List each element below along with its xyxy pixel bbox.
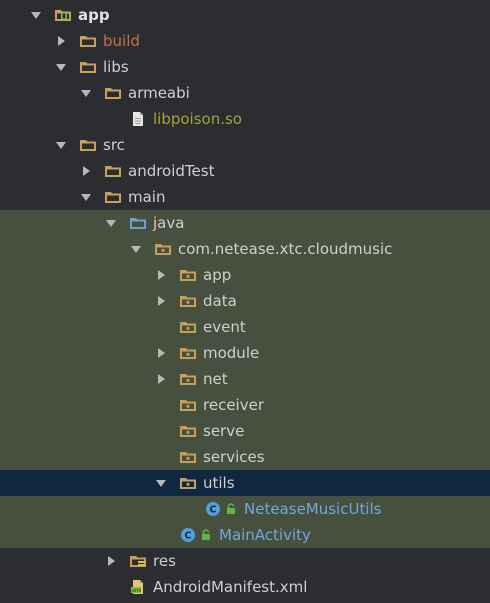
tree-node-armeabi[interactable]: armeabi xyxy=(0,80,490,106)
tree-label-netease-music-utils: NeteaseMusicUtils xyxy=(244,500,382,518)
folder-icon xyxy=(104,85,122,101)
tree-label-pkg-app: app xyxy=(203,266,232,284)
tree-label-pkg-utils: utils xyxy=(203,474,235,492)
tree-label-pkg-event: event xyxy=(203,318,246,336)
tree-node-main[interactable]: main xyxy=(0,184,490,210)
tree-label-pkg-module: module xyxy=(203,344,260,362)
tree-node-app[interactable]: app xyxy=(0,2,490,28)
chevron-down-icon[interactable] xyxy=(105,217,117,229)
tree-label-package: com.netease.xtc.cloudmusic xyxy=(178,240,393,258)
folder-icon xyxy=(79,33,97,49)
chevron-down-icon[interactable] xyxy=(130,243,142,255)
package-icon xyxy=(179,371,197,387)
package-icon xyxy=(179,267,197,283)
chevron-right-icon[interactable] xyxy=(55,35,67,47)
package-icon xyxy=(179,475,197,491)
tree-node-build[interactable]: build xyxy=(0,28,490,54)
chevron-down-icon[interactable] xyxy=(55,139,67,151)
tree-node-manifest[interactable]: AndroidManifest.xml xyxy=(0,574,490,600)
project-tree: app build libs armeabi libpoison.so src … xyxy=(0,0,490,603)
tree-node-pkg-data[interactable]: data xyxy=(0,288,490,314)
chevron-right-icon[interactable] xyxy=(155,347,167,359)
tree-node-pkg-services[interactable]: services xyxy=(0,444,490,470)
chevron-down-icon[interactable] xyxy=(80,191,92,203)
resources-folder-icon xyxy=(129,553,147,569)
tree-node-libs[interactable]: libs xyxy=(0,54,490,80)
chevron-right-icon[interactable] xyxy=(155,373,167,385)
package-icon xyxy=(179,319,197,335)
tree-node-netease-music-utils[interactable]: NeteaseMusicUtils xyxy=(0,496,490,522)
tree-node-pkg-event[interactable]: event xyxy=(0,314,490,340)
package-icon xyxy=(179,345,197,361)
module-folder-icon xyxy=(54,7,72,23)
file-icon xyxy=(129,111,147,127)
chevron-right-icon[interactable] xyxy=(155,295,167,307)
chevron-right-icon[interactable] xyxy=(155,269,167,281)
tree-node-java[interactable]: java xyxy=(0,210,490,236)
tree-label-manifest: AndroidManifest.xml xyxy=(153,578,308,596)
tree-label-pkg-net: net xyxy=(203,370,228,388)
class-icon xyxy=(204,501,222,517)
folder-icon xyxy=(79,59,97,75)
tree-node-package[interactable]: com.netease.xtc.cloudmusic xyxy=(0,236,490,262)
package-icon xyxy=(179,293,197,309)
tree-label-armeabi: armeabi xyxy=(128,84,190,102)
tree-node-res[interactable]: res xyxy=(0,548,490,574)
package-icon xyxy=(179,423,197,439)
chevron-down-icon[interactable] xyxy=(155,477,167,489)
package-icon xyxy=(154,241,172,257)
tree-label-libpoison: libpoison.so xyxy=(153,110,242,128)
package-icon xyxy=(179,449,197,465)
tree-node-main-activity[interactable]: MainActivity xyxy=(0,522,490,548)
tree-node-pkg-receiver[interactable]: receiver xyxy=(0,392,490,418)
class-icon xyxy=(179,527,197,543)
tree-label-main-activity: MainActivity xyxy=(219,526,311,544)
tree-label-main: main xyxy=(128,188,166,206)
tree-label-app: app xyxy=(78,6,110,24)
tree-node-libpoison[interactable]: libpoison.so xyxy=(0,106,490,132)
chevron-right-icon[interactable] xyxy=(80,165,92,177)
folder-icon xyxy=(104,189,122,205)
tree-node-androidtest[interactable]: androidTest xyxy=(0,158,490,184)
chevron-down-icon[interactable] xyxy=(30,9,42,21)
tree-label-pkg-data: data xyxy=(203,292,237,310)
package-icon xyxy=(179,397,197,413)
tree-label-pkg-services: services xyxy=(203,448,265,466)
folder-icon xyxy=(79,137,97,153)
xml-file-icon xyxy=(129,579,147,595)
tree-label-build: build xyxy=(103,32,140,50)
tree-node-pkg-module[interactable]: module xyxy=(0,340,490,366)
tree-label-pkg-receiver: receiver xyxy=(203,396,264,414)
tree-label-libs: libs xyxy=(103,58,129,76)
tree-label-res: res xyxy=(153,552,176,570)
tree-node-pkg-net[interactable]: net xyxy=(0,366,490,392)
source-folder-icon xyxy=(129,215,147,231)
chevron-down-icon[interactable] xyxy=(80,87,92,99)
tree-node-pkg-serve[interactable]: serve xyxy=(0,418,490,444)
tree-label-src: src xyxy=(103,136,125,154)
chevron-down-icon[interactable] xyxy=(55,61,67,73)
tree-label-java: java xyxy=(153,214,185,232)
tree-node-src[interactable]: src xyxy=(0,132,490,158)
tree-node-pkg-app[interactable]: app xyxy=(0,262,490,288)
tree-label-androidtest: androidTest xyxy=(128,162,215,180)
tree-label-pkg-serve: serve xyxy=(203,422,245,440)
tree-node-pkg-utils[interactable]: utils xyxy=(0,470,490,496)
lock-icon xyxy=(226,503,236,515)
folder-icon xyxy=(104,163,122,179)
lock-icon xyxy=(201,529,211,541)
chevron-right-icon[interactable] xyxy=(105,555,117,567)
